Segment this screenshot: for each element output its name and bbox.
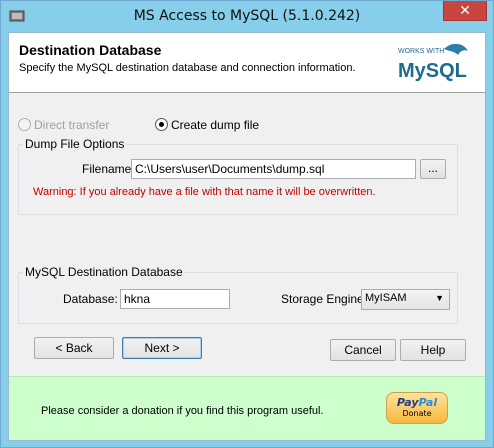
direct-transfer-radio[interactable]: [18, 118, 31, 132]
storage-engine-label: Storage Engine:: [281, 292, 368, 306]
filename-label: Filename:: [82, 162, 135, 176]
paypal-donate-label: Donate: [402, 409, 432, 418]
dump-file-option[interactable]: Create dump file: [155, 117, 259, 133]
dump-options-group: Dump File Options Filename: C:\Users\use…: [18, 137, 458, 215]
paypal-logo: PayPal: [387, 396, 447, 409]
browse-button[interactable]: ...: [420, 159, 446, 179]
wizard-body: Destination Database Specify the MySQL d…: [8, 32, 486, 441]
donation-panel: Please consider a donation if you find t…: [9, 376, 485, 440]
cancel-button[interactable]: Cancel: [330, 339, 396, 361]
logo-works-with: WORKS WITH: [398, 48, 444, 55]
next-button[interactable]: Next >: [122, 337, 202, 359]
header-panel: Destination Database Specify the MySQL d…: [9, 33, 485, 93]
donation-message: Please consider a donation if you find t…: [41, 405, 324, 417]
page-subtitle: Specify the MySQL destination database a…: [19, 62, 356, 74]
paypal-pal-text: Pal: [418, 396, 438, 409]
database-input[interactable]: hkna: [120, 289, 230, 309]
mysql-logo: WORKS WITH MySQL: [398, 43, 468, 82]
direct-transfer-label: Direct transfer: [34, 117, 110, 132]
help-button[interactable]: Help: [400, 339, 466, 361]
storage-engine-value: MyISAM: [365, 292, 407, 304]
close-icon: ✕: [459, 2, 471, 18]
database-label: Database:: [63, 292, 118, 306]
overwrite-warning: Warning: If you already have a file with…: [33, 186, 376, 198]
filename-input[interactable]: C:\Users\user\Documents\dump.sql: [131, 159, 416, 179]
mysql-destination-group: MySQL Destination Database Database: hkn…: [18, 265, 458, 324]
close-button[interactable]: ✕: [443, 1, 487, 21]
window-title: MS Access to MySQL (5.1.0.242): [133, 8, 361, 24]
paypal-donate-button[interactable]: PayPal Donate: [386, 392, 448, 424]
dump-file-radio[interactable]: [155, 118, 168, 132]
app-window: MS Access to MySQL (5.1.0.242) ✕ Destina…: [0, 0, 494, 448]
chevron-down-icon: ▼: [435, 293, 444, 303]
logo-mysql-text: MySQL: [398, 60, 467, 82]
back-button[interactable]: < Back: [34, 337, 114, 359]
mysql-destination-label: MySQL Destination Database: [23, 265, 185, 279]
storage-engine-select[interactable]: MyISAM ▼: [361, 289, 450, 310]
direct-transfer-option[interactable]: Direct transfer: [18, 117, 109, 133]
dump-file-label: Create dump file: [171, 117, 260, 132]
page-title: Destination Database: [19, 42, 162, 58]
title-bar[interactable]: MS Access to MySQL (5.1.0.242) ✕: [1, 1, 493, 33]
dump-options-label: Dump File Options: [23, 137, 127, 151]
paypal-pay-text: Pay: [396, 396, 419, 409]
